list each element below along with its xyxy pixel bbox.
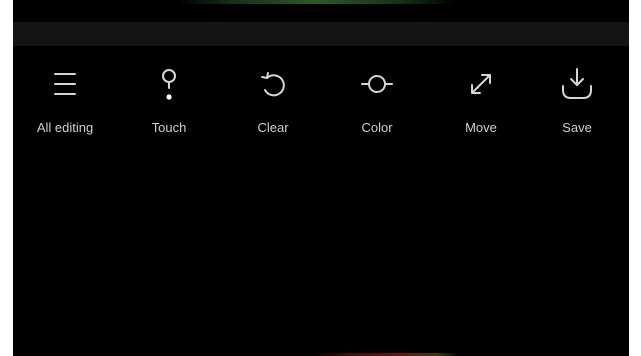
touch-icon (149, 64, 189, 104)
save-button[interactable]: Save (532, 60, 622, 140)
touch-label: Touch (151, 120, 187, 135)
move-arrows-icon (461, 64, 501, 104)
color-button[interactable]: Color (332, 60, 422, 140)
color-icon (357, 64, 397, 104)
screenshot-frame: All editing Touch Clear Color Move Save (0, 0, 641, 356)
editing-toolbar: All editing Touch Clear Color Move Save (13, 60, 629, 140)
rotate-ccw-icon (253, 64, 293, 104)
clear-button[interactable]: Clear (228, 60, 318, 140)
download-icon (557, 64, 597, 104)
clear-label: Clear (257, 120, 289, 135)
all-editing-label: All editing (36, 120, 94, 135)
move-label: Move (465, 120, 497, 135)
save-label: Save (562, 120, 592, 135)
phone-screen: All editing Touch Clear Color Move Save (13, 0, 629, 356)
move-button[interactable]: Move (436, 60, 526, 140)
top-bar (13, 22, 629, 46)
all-editing-button[interactable]: All editing (20, 60, 110, 140)
menu-icon (45, 64, 85, 104)
top-accent-bar (177, 0, 457, 4)
color-label: Color (361, 120, 393, 135)
touch-button[interactable]: Touch (124, 60, 214, 140)
